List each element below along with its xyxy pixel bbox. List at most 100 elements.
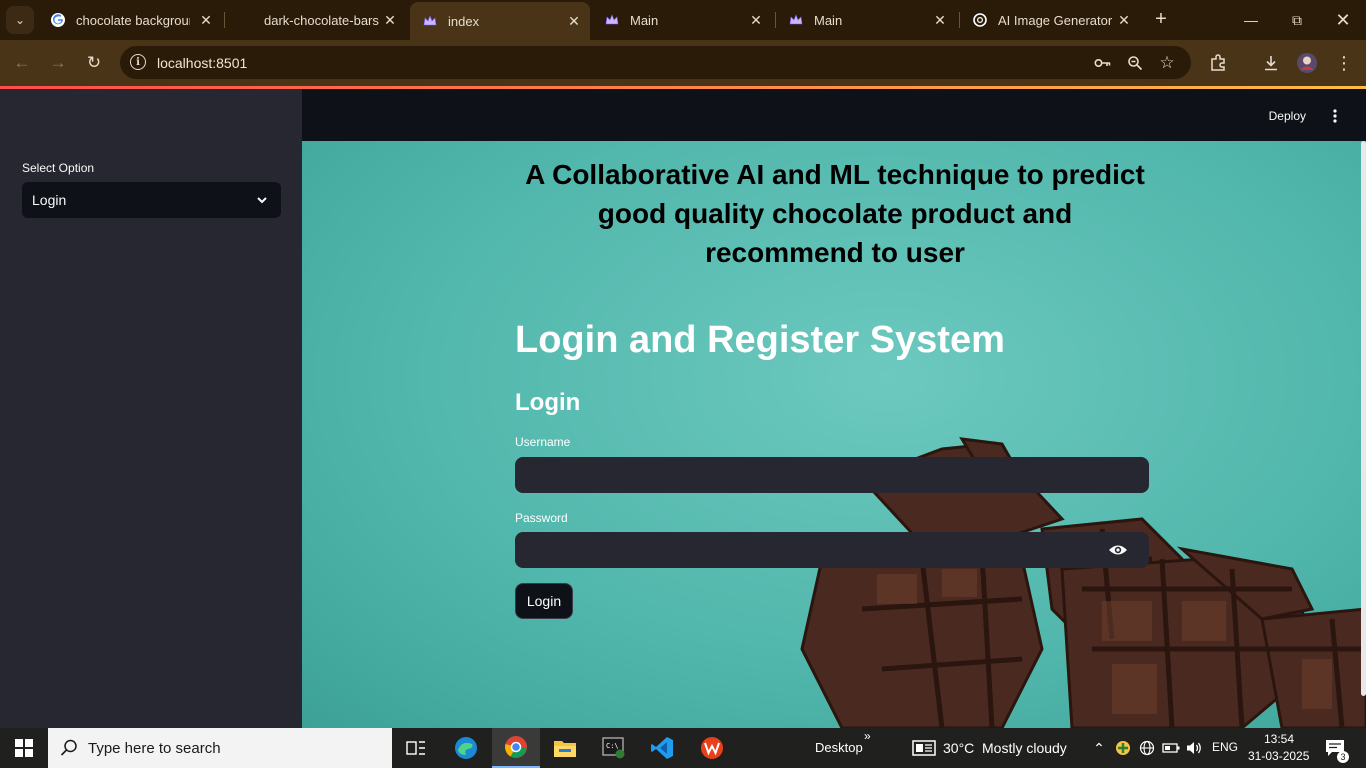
reload-button[interactable]: ↻ bbox=[81, 50, 107, 76]
minimize-icon: — bbox=[1244, 12, 1258, 28]
search-placeholder: Type here to search bbox=[88, 740, 221, 757]
tab-title: Main bbox=[630, 12, 659, 28]
reload-icon: ↻ bbox=[86, 53, 102, 72]
tab-ai-image-generator[interactable]: AI Image Generator ✕ bbox=[960, 4, 1140, 36]
image-file-icon bbox=[238, 12, 254, 28]
close-window-button[interactable]: ✕ bbox=[1328, 6, 1358, 34]
browser-menu-icon[interactable]: ⋮ bbox=[1333, 52, 1355, 74]
password-label: Password bbox=[515, 511, 568, 525]
tab-title: Main bbox=[814, 12, 843, 28]
notification-count-badge: 3 bbox=[1337, 751, 1349, 763]
show-hidden-icons-chevron-up-icon[interactable]: ⌃ bbox=[1090, 739, 1108, 757]
tab-separator bbox=[224, 12, 225, 28]
tab-title: AI Image Generator bbox=[998, 12, 1113, 28]
zoom-icon[interactable] bbox=[1126, 54, 1144, 72]
profile-avatar[interactable] bbox=[1296, 52, 1318, 74]
vscode-icon bbox=[651, 737, 673, 759]
svg-text:C:\: C:\ bbox=[606, 742, 619, 750]
arrow-left-icon: ← bbox=[13, 53, 31, 72]
select-option-label: Select Option bbox=[22, 161, 95, 175]
app-header: Deploy bbox=[302, 89, 1366, 141]
weather-condition[interactable]: Mostly cloudy bbox=[982, 740, 1067, 756]
login-button[interactable]: Login bbox=[515, 583, 573, 619]
taskbar-chrome[interactable] bbox=[492, 728, 540, 768]
option-select[interactable]: Login bbox=[22, 182, 281, 218]
taskbar-vscode[interactable] bbox=[638, 728, 686, 768]
taskbar-terminal[interactable]: C:\ bbox=[590, 728, 638, 768]
bookmark-star-icon[interactable]: ☆ bbox=[1158, 53, 1176, 72]
download-icon[interactable] bbox=[1260, 52, 1282, 74]
battery-icon[interactable] bbox=[1162, 739, 1180, 757]
taskbar-search-box[interactable]: Type here to search bbox=[48, 728, 392, 768]
terminal-icon: C:\ bbox=[602, 737, 625, 759]
minimize-button[interactable]: — bbox=[1236, 6, 1266, 34]
tab-title: dark-chocolate-bars.j bbox=[264, 12, 380, 28]
edge-icon bbox=[455, 737, 477, 759]
password-input[interactable] bbox=[515, 532, 1149, 568]
password-key-icon[interactable] bbox=[1094, 54, 1112, 72]
close-icon[interactable]: ✕ bbox=[564, 11, 584, 31]
tab-chocolate-background[interactable]: chocolate backgrounc ✕ bbox=[38, 4, 222, 36]
volume-icon[interactable] bbox=[1185, 739, 1203, 757]
start-button[interactable] bbox=[0, 728, 48, 768]
main-content: Deploy A Collaborative AI and ML techniq… bbox=[302, 89, 1366, 728]
network-globe-icon[interactable] bbox=[1138, 739, 1156, 757]
close-icon[interactable]: ✕ bbox=[746, 10, 766, 30]
search-icon bbox=[60, 739, 77, 756]
url-text[interactable]: localhost:8501 bbox=[157, 55, 247, 71]
login-section-title: Login bbox=[515, 389, 581, 416]
show-password-icon[interactable] bbox=[1108, 542, 1128, 558]
deploy-button[interactable]: Deploy bbox=[1269, 109, 1306, 123]
tab-index[interactable]: index ✕ bbox=[410, 2, 590, 40]
tab-main-1[interactable]: Main ✕ bbox=[592, 4, 772, 36]
wps-office-icon bbox=[701, 737, 723, 759]
tab-dark-chocolate-bars[interactable]: dark-chocolate-bars.j ✕ bbox=[226, 4, 406, 36]
forward-button[interactable]: → bbox=[45, 50, 71, 76]
close-icon[interactable]: ✕ bbox=[196, 10, 216, 30]
tab-search-button[interactable]: ⌄ bbox=[6, 6, 34, 34]
close-icon[interactable]: ✕ bbox=[380, 10, 400, 30]
language-indicator[interactable]: ENG bbox=[1212, 740, 1238, 754]
weather-news-icon bbox=[912, 740, 936, 756]
taskbar-file-explorer[interactable] bbox=[541, 728, 589, 768]
taskbar-wps[interactable] bbox=[688, 728, 736, 768]
clock-date[interactable]: 31-03-2025 bbox=[1248, 749, 1309, 763]
sidebar: Select Option Login bbox=[0, 89, 302, 728]
taskbar-edge[interactable] bbox=[442, 728, 490, 768]
username-input[interactable] bbox=[515, 457, 1149, 493]
arrow-right-icon: → bbox=[49, 53, 67, 72]
windows-logo-icon bbox=[15, 739, 33, 757]
tab-main-2[interactable]: Main ✕ bbox=[776, 4, 956, 36]
username-label: Username bbox=[515, 435, 571, 449]
close-icon[interactable]: ✕ bbox=[1114, 10, 1134, 30]
new-tab-button[interactable]: + bbox=[1150, 8, 1172, 30]
task-view-icon bbox=[406, 741, 425, 755]
streamlit-crown-icon bbox=[604, 12, 620, 28]
chevron-down-icon: ⌄ bbox=[14, 13, 26, 27]
tray-app-icon[interactable] bbox=[1114, 739, 1132, 757]
openai-icon bbox=[972, 12, 988, 28]
close-icon: ✕ bbox=[1335, 9, 1351, 30]
close-icon[interactable]: ✕ bbox=[930, 10, 950, 30]
address-bar[interactable]: i localhost:8501 ☆ bbox=[120, 46, 1191, 79]
weather-temperature[interactable]: 30°C bbox=[943, 740, 974, 756]
streamlit-crown-icon bbox=[788, 12, 804, 28]
browser-toolbar: ← → ↻ i localhost:8501 ☆ ⋮ bbox=[0, 40, 1366, 86]
chevron-double-right-icon[interactable]: » bbox=[864, 729, 871, 743]
plus-icon: + bbox=[1155, 7, 1167, 30]
chevron-down-icon bbox=[257, 197, 267, 204]
desktop-toolbar-label[interactable]: Desktop bbox=[815, 740, 863, 755]
folder-icon bbox=[554, 741, 576, 757]
back-button[interactable]: ← bbox=[9, 50, 35, 76]
main-menu-icon[interactable] bbox=[1328, 109, 1342, 123]
chrome-icon bbox=[505, 736, 527, 758]
windows-taskbar: Type here to search C:\ Desktop » 30°C M… bbox=[0, 728, 1366, 768]
clock-time[interactable]: 13:54 bbox=[1264, 732, 1294, 746]
streamlit-crown-icon bbox=[422, 13, 438, 29]
site-info-icon[interactable]: i bbox=[130, 54, 146, 70]
task-view-button[interactable] bbox=[392, 728, 440, 768]
google-g-icon bbox=[50, 12, 66, 28]
extensions-icon[interactable] bbox=[1207, 52, 1229, 74]
restore-button[interactable]: ⧉ bbox=[1282, 6, 1312, 34]
vertical-scrollbar[interactable] bbox=[1361, 141, 1366, 696]
